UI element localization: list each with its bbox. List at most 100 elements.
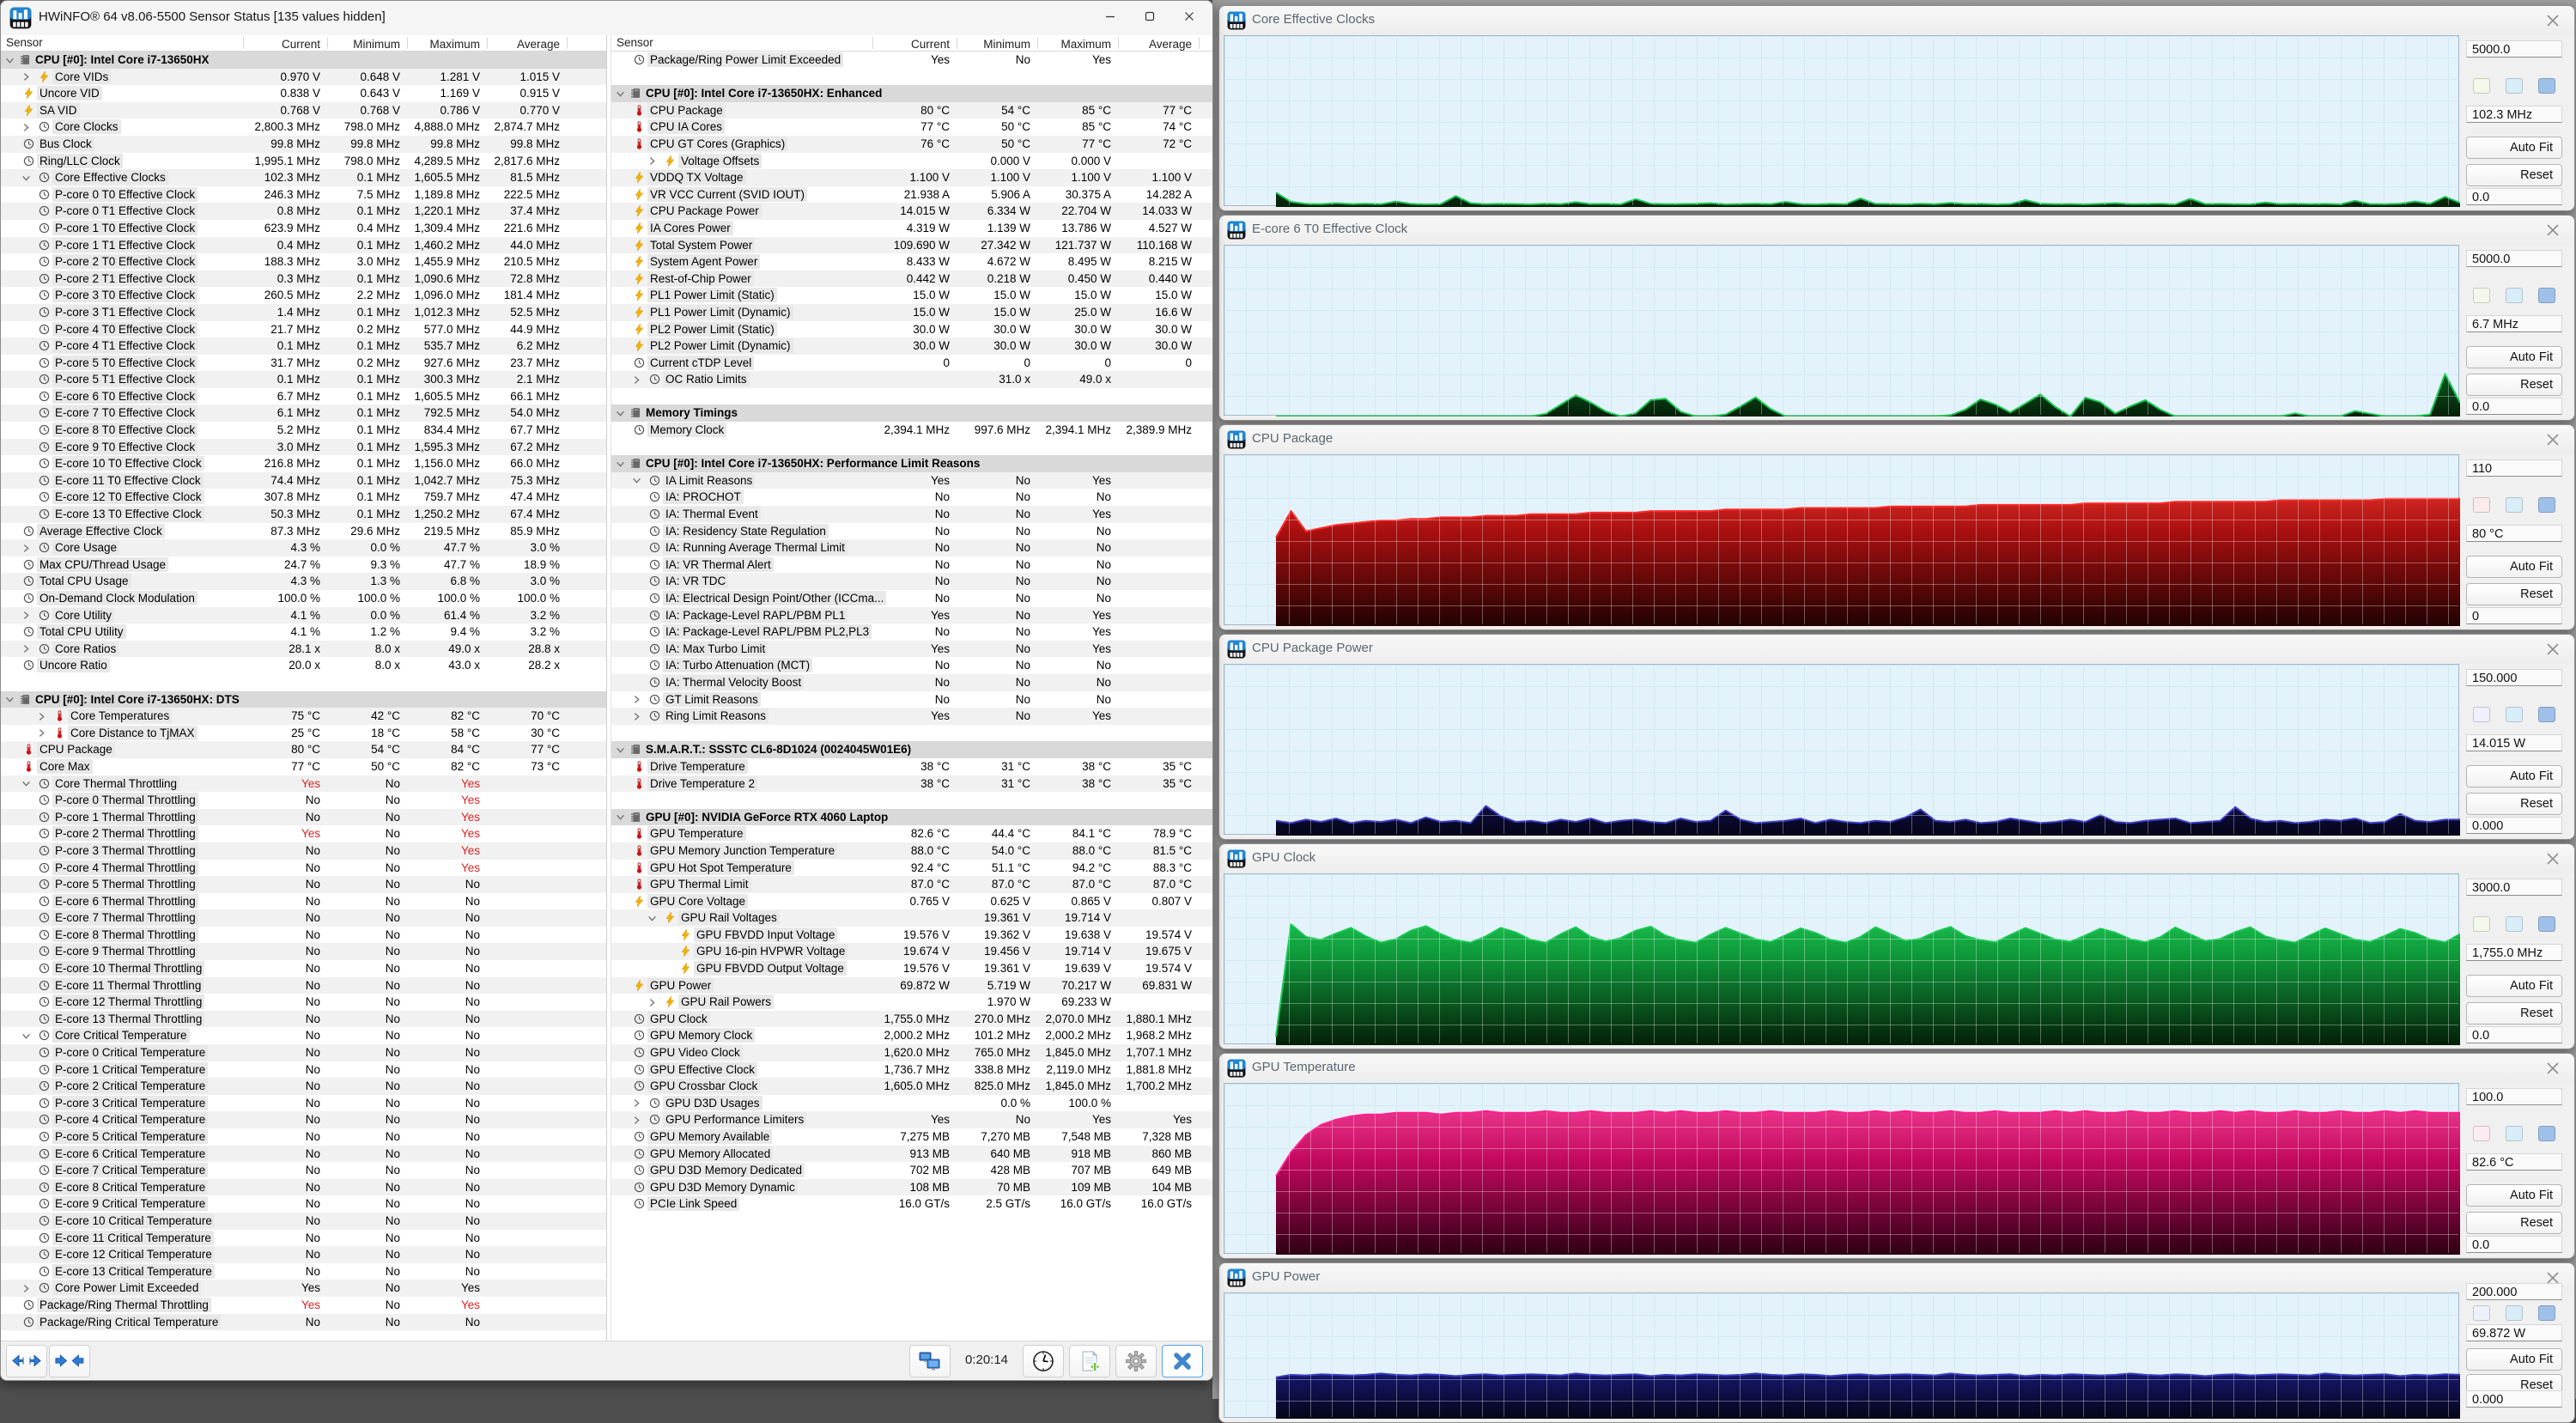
background-color-swatch[interactable] <box>2506 497 2523 513</box>
sensor-row[interactable]: IA: Thermal Event No No Yes <box>611 506 1212 523</box>
chevron-down-icon[interactable] <box>616 745 625 754</box>
series-color-swatch[interactable] <box>2473 497 2490 513</box>
sensor-row[interactable]: GPU D3D Usages 0.0 % 100.0 % <box>611 1095 1212 1112</box>
sensor-row[interactable]: E-core 7 Thermal Throttling No No No <box>1 909 606 927</box>
section-header-row[interactable]: CPU [#0]: Intel Core i7-13650HX: Perform… <box>611 455 1212 472</box>
grid-color-swatch[interactable] <box>2538 78 2555 94</box>
sensor-row[interactable]: E-core 13 Critical Temperature No No No <box>1 1263 606 1280</box>
sensor-row[interactable]: IA: VR Thermal Alert No No No <box>611 556 1212 574</box>
sensor-row[interactable]: SA VID 0.768 V 0.768 V 0.786 V 0.770 V <box>1 101 606 119</box>
graph-scale-min[interactable]: 0.0 <box>2466 1026 2562 1043</box>
sensor-row[interactable]: E-core 10 Thermal Throttling No No No <box>1 960 606 977</box>
close-icon[interactable] <box>2545 642 2561 657</box>
sensor-row[interactable]: E-core 12 Critical Temperature No No No <box>1 1246 606 1263</box>
close-icon[interactable] <box>2545 432 2561 447</box>
background-color-swatch[interactable] <box>2506 707 2523 722</box>
sensor-row[interactable]: Total System Power 109.690 W 27.342 W 121.7… <box>611 236 1212 254</box>
graph-scale-max[interactable]: 3000.0 <box>2466 879 2562 896</box>
chevron-down-icon[interactable] <box>616 88 625 98</box>
sensor-row[interactable]: P-core 5 T1 Effective Clock 0.1 MHz 0.1 MH… <box>1 371 606 388</box>
sensor-row[interactable]: E-core 10 Critical Temperature No No No <box>1 1212 606 1230</box>
chevron-right-icon[interactable] <box>647 997 657 1006</box>
close-icon[interactable] <box>2545 1061 2561 1076</box>
settings-gear-button[interactable] <box>1115 1345 1157 1377</box>
chevron-down-icon[interactable] <box>21 1031 31 1040</box>
sensor-row[interactable]: Ring/LLC Clock 1,995.1 MHz 798.0 MHz 4,289.… <box>1 153 606 170</box>
sensor-row[interactable]: P-core 1 Critical Temperature No No No <box>1 1061 606 1079</box>
grid-color-swatch[interactable] <box>2538 1126 2555 1141</box>
sensor-row[interactable]: GPU Memory Junction Temperature 88.0 °C 54… <box>611 842 1212 860</box>
sensor-row[interactable]: IA Cores Power 4.319 W 1.139 W 13.786 W 4.52… <box>611 220 1212 237</box>
graph-scale-max[interactable]: 200.000 <box>2466 1283 2562 1300</box>
chevron-right-icon[interactable] <box>632 1115 641 1124</box>
graph-title-bar[interactable]: CPU Package Power <box>1219 635 2574 664</box>
section-header-row[interactable]: Memory Timings <box>611 404 1212 423</box>
grid-color-swatch[interactable] <box>2538 497 2555 513</box>
chevron-right-icon[interactable] <box>632 694 641 703</box>
sensor-row[interactable]: Package/Ring Thermal Throttling Yes No Yes <box>1 1297 606 1314</box>
sensor-row[interactable]: E-core 10 T0 Effective Clock 216.8 MHz 0.1… <box>1 455 606 472</box>
collapse-columns-button[interactable] <box>49 1345 90 1377</box>
sensor-row[interactable]: IA: Electrical Design Point/Other (ICCma… <box>611 590 1212 607</box>
chevron-down-icon[interactable] <box>21 173 31 182</box>
sensor-row[interactable]: GPU Temperature 82.6 °C 44.4 °C 84.1 °C 78.9… <box>611 825 1212 842</box>
graph-scale-min[interactable]: 0.0 <box>2466 398 2562 415</box>
chevron-right-icon[interactable] <box>37 727 46 738</box>
sensor-row[interactable]: E-core 8 T0 Effective Clock 5.2 MHz 0.1 MH… <box>1 422 606 439</box>
autofit-button[interactable]: Auto Fit <box>2466 975 2562 997</box>
sensor-row[interactable]: P-core 2 T0 Effective Clock 188.3 MHz 3.0 … <box>1 253 606 271</box>
graph-title-bar[interactable]: CPU Package <box>1219 425 2574 454</box>
graph-scale-max[interactable]: 110 <box>2466 459 2562 477</box>
sensor-row[interactable]: Max CPU/Thread Usage 24.7 % 9.3 % 47.7 % 18.… <box>1 556 606 574</box>
sensor-row[interactable]: P-core 0 T0 Effective Clock 246.3 MHz 7.5 … <box>1 186 606 204</box>
series-color-swatch[interactable] <box>2473 288 2490 303</box>
sensor-row[interactable]: E-core 11 Thermal Throttling No No No <box>1 976 606 994</box>
sensor-row[interactable]: GPU Memory Clock 2,000.2 MHz 101.2 MHz 2,00… <box>611 1027 1212 1044</box>
chevron-right-icon[interactable] <box>21 71 31 81</box>
graph-title-bar[interactable]: GPU Power <box>1219 1263 2574 1292</box>
chevron-right-icon[interactable] <box>632 374 641 384</box>
autofit-button[interactable]: Auto Fit <box>2466 1184 2562 1207</box>
graph-scale-min[interactable]: 0 <box>2466 607 2562 624</box>
autofit-button[interactable]: Auto Fit <box>2466 765 2562 788</box>
chevron-right-icon[interactable] <box>647 155 657 165</box>
chevron-right-icon[interactable] <box>632 711 641 721</box>
sensor-row[interactable]: IA: Running Average Thermal Limit No No No <box>611 539 1212 556</box>
sensor-row[interactable]: P-core 4 T0 Effective Clock 21.7 MHz 0.2 M… <box>1 321 606 338</box>
section-header-row[interactable]: CPU [#0]: Intel Core i7-13650HX: DTS <box>1 690 606 708</box>
chevron-right-icon[interactable] <box>37 711 46 721</box>
sensor-row[interactable]: Core Critical Temperature No No No <box>1 1027 606 1044</box>
sensor-row[interactable]: E-core 8 Thermal Throttling No No No <box>1 927 606 944</box>
sensor-row[interactable]: CPU Package 80 °C 54 °C 84 °C 77 °C <box>1 741 606 758</box>
sensor-row[interactable]: Core Power Limit Exceeded Yes No Yes <box>1 1280 606 1297</box>
sensor-row[interactable]: IA: Max Turbo Limit Yes No Yes <box>611 640 1212 658</box>
chevron-right-icon[interactable] <box>632 1098 641 1108</box>
sensor-row[interactable]: IA: Package-Level RAPL/PBM PL1 Yes No Yes <box>611 606 1212 624</box>
background-color-swatch[interactable] <box>2506 288 2523 303</box>
sensor-row[interactable]: VR VCC Current (SVID IOUT) 21.938 A 5.906 … <box>611 186 1212 204</box>
background-color-swatch[interactable] <box>2506 1305 2523 1321</box>
graph-scale-min[interactable]: 0.000 <box>2466 817 2562 834</box>
sensor-row[interactable]: P-core 5 Thermal Throttling No No No <box>1 876 606 893</box>
sensor-row[interactable]: PCIe Link Speed 16.0 GT/s 2.5 GT/s 16.0 GT/… <box>611 1195 1212 1213</box>
sensor-row[interactable]: GT Limit Reasons No No No <box>611 691 1212 708</box>
graph-title-bar[interactable]: GPU Temperature <box>1219 1054 2574 1083</box>
sensor-row[interactable]: VDDQ TX Voltage 1.100 V 1.100 V 1.100 V 1.10… <box>611 169 1212 186</box>
sensor-row[interactable]: Core Usage 4.3 % 0.0 % 47.7 % 3.0 % <box>1 539 606 556</box>
chevron-down-icon[interactable] <box>5 55 15 64</box>
sensor-row[interactable]: E-core 6 Critical Temperature No No No <box>1 1145 606 1163</box>
sensor-row[interactable]: IA: Thermal Velocity Boost No No No <box>611 673 1212 691</box>
sensor-row[interactable]: Uncore VID 0.838 V 0.643 V 1.169 V 0.915 V <box>1 85 606 102</box>
sensor-row[interactable]: Drive Temperature 38 °C 31 °C 38 °C 35 °C <box>611 758 1212 775</box>
section-header-row[interactable]: S.M.A.R.T.: SSSTC CL6-8D1024 (0024045W01… <box>611 741 1212 758</box>
section-header-row[interactable]: CPU [#0]: Intel Core i7-13650HX <box>1 52 606 69</box>
series-color-swatch[interactable] <box>2473 1126 2490 1141</box>
series-color-swatch[interactable] <box>2473 707 2490 722</box>
sensor-row[interactable]: Core Utility 4.1 % 0.0 % 61.4 % 3.2 % <box>1 606 606 624</box>
sensor-row[interactable]: GPU Effective Clock 1,736.7 MHz 338.8 MHz 2… <box>611 1061 1212 1079</box>
sensor-pane-right[interactable]: Sensor Current Minimum Maximum Average Packag… <box>611 35 1212 1341</box>
sensor-row[interactable]: P-core 0 Critical Temperature No No No <box>1 1044 606 1061</box>
sensor-row[interactable]: IA: VR TDC No No No <box>611 573 1212 590</box>
grid-color-swatch[interactable] <box>2538 288 2555 303</box>
background-color-swatch[interactable] <box>2506 1126 2523 1141</box>
